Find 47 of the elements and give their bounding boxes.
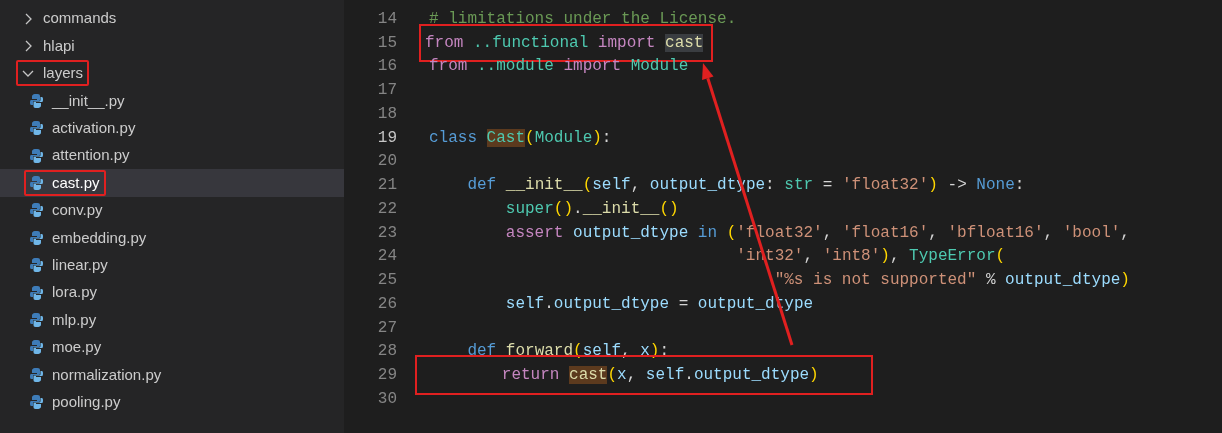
file-item[interactable]: mlp.py (24, 307, 103, 333)
folder-item[interactable]: commands (16, 5, 123, 32)
file-item[interactable]: moe.py (24, 334, 108, 361)
python-file-icon (30, 340, 43, 355)
python-file-icon (30, 395, 43, 410)
python-file-icon (30, 121, 43, 136)
line-number: 29 (376, 365, 397, 387)
line-number: 30 (376, 388, 397, 410)
python-file-icon (30, 148, 43, 163)
file-item[interactable]: linear.py (24, 252, 114, 279)
line-number: 25 (376, 270, 397, 292)
line-number: 14 (376, 8, 397, 30)
code-line: "%s is not supported" % output_dtype) (773, 270, 1131, 292)
file-item[interactable]: cast.py (24, 170, 106, 197)
line-number: 18 (376, 103, 397, 125)
line-number: 22 (376, 198, 397, 220)
file-item[interactable]: pooling.py (24, 389, 127, 416)
line-number: 27 (376, 317, 397, 339)
python-file-icon (30, 230, 43, 245)
file-item[interactable]: __init__.py (24, 87, 131, 114)
python-file-icon (30, 176, 43, 191)
python-file-icon (30, 285, 43, 300)
file-item[interactable]: attention.py (24, 142, 136, 169)
code-line: class Cast(Module): (428, 127, 613, 149)
code-line: super().__init__() (504, 198, 680, 220)
folder-item[interactable]: hlapi (16, 33, 81, 60)
line-number: 28 (376, 341, 397, 363)
file-item[interactable]: conv.py (24, 197, 109, 224)
python-file-icon (30, 367, 43, 382)
line-number: 26 (376, 293, 397, 315)
line-number: 21 (376, 175, 397, 197)
line-number: 19 (376, 127, 397, 149)
file-item[interactable]: lora.py (24, 279, 104, 306)
python-file-icon (30, 203, 43, 218)
line-number: 15 (376, 32, 397, 54)
line-number: 23 (376, 222, 397, 244)
file-item[interactable]: activation.py (24, 115, 142, 142)
file-item[interactable]: normalization.py (24, 361, 168, 388)
line-number: 17 (376, 80, 397, 102)
python-file-icon (30, 93, 43, 108)
python-file-icon (30, 313, 43, 327)
line-number: 24 (376, 246, 397, 268)
line-number: 16 (376, 56, 397, 78)
python-file-icon (30, 258, 43, 273)
line-number: 20 (376, 151, 397, 173)
file-item[interactable]: embedding.py (24, 224, 153, 251)
folder-item[interactable]: layers (16, 60, 89, 87)
